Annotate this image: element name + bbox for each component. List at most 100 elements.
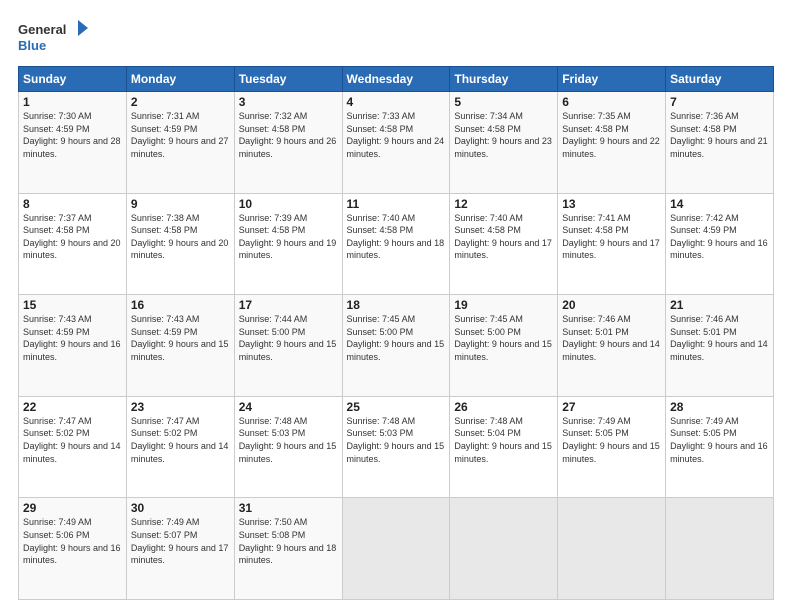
calendar-day-cell: 8 Sunrise: 7:37 AM Sunset: 4:58 PM Dayli…	[19, 193, 127, 295]
calendar-header: SundayMondayTuesdayWednesdayThursdayFrid…	[19, 67, 774, 92]
day-number: 14	[670, 197, 769, 211]
day-number: 19	[454, 298, 553, 312]
sunrise-label: Sunrise: 7:30 AM	[23, 111, 92, 121]
calendar-day-cell: 30 Sunrise: 7:49 AM Sunset: 5:07 PM Dayl…	[126, 498, 234, 600]
day-info: Sunrise: 7:36 AM Sunset: 4:58 PM Dayligh…	[670, 110, 769, 160]
sunrise-label: Sunrise: 7:49 AM	[562, 416, 631, 426]
sunset-label: Sunset: 5:07 PM	[131, 530, 198, 540]
daylight-label: Daylight: 9 hours and 15 minutes.	[239, 441, 337, 464]
calendar-day-cell: 19 Sunrise: 7:45 AM Sunset: 5:00 PM Dayl…	[450, 295, 558, 397]
day-info: Sunrise: 7:46 AM Sunset: 5:01 PM Dayligh…	[562, 313, 661, 363]
day-info: Sunrise: 7:39 AM Sunset: 4:58 PM Dayligh…	[239, 212, 338, 262]
day-info: Sunrise: 7:45 AM Sunset: 5:00 PM Dayligh…	[454, 313, 553, 363]
page: General Blue SundayMondayTuesdayWednesda…	[0, 0, 792, 612]
day-info: Sunrise: 7:41 AM Sunset: 4:58 PM Dayligh…	[562, 212, 661, 262]
day-info: Sunrise: 7:43 AM Sunset: 4:59 PM Dayligh…	[131, 313, 230, 363]
day-header-monday: Monday	[126, 67, 234, 92]
daylight-label: Daylight: 9 hours and 23 minutes.	[454, 136, 552, 159]
calendar-week-row: 22 Sunrise: 7:47 AM Sunset: 5:02 PM Dayl…	[19, 396, 774, 498]
daylight-label: Daylight: 9 hours and 24 minutes.	[347, 136, 445, 159]
daylight-label: Daylight: 9 hours and 16 minutes.	[23, 543, 121, 566]
calendar-table: SundayMondayTuesdayWednesdayThursdayFrid…	[18, 66, 774, 600]
calendar-day-cell	[450, 498, 558, 600]
day-number: 17	[239, 298, 338, 312]
calendar-day-cell: 24 Sunrise: 7:48 AM Sunset: 5:03 PM Dayl…	[234, 396, 342, 498]
day-number: 23	[131, 400, 230, 414]
sunset-label: Sunset: 4:59 PM	[670, 225, 737, 235]
sunrise-label: Sunrise: 7:45 AM	[454, 314, 523, 324]
calendar-day-cell: 21 Sunrise: 7:46 AM Sunset: 5:01 PM Dayl…	[666, 295, 774, 397]
sunrise-label: Sunrise: 7:47 AM	[23, 416, 92, 426]
sunset-label: Sunset: 5:06 PM	[23, 530, 90, 540]
calendar-day-cell: 15 Sunrise: 7:43 AM Sunset: 4:59 PM Dayl…	[19, 295, 127, 397]
day-info: Sunrise: 7:47 AM Sunset: 5:02 PM Dayligh…	[23, 415, 122, 465]
daylight-label: Daylight: 9 hours and 20 minutes.	[23, 238, 121, 261]
day-number: 12	[454, 197, 553, 211]
calendar-day-cell: 13 Sunrise: 7:41 AM Sunset: 4:58 PM Dayl…	[558, 193, 666, 295]
day-number: 27	[562, 400, 661, 414]
daylight-label: Daylight: 9 hours and 14 minutes.	[670, 339, 768, 362]
day-number: 9	[131, 197, 230, 211]
day-info: Sunrise: 7:40 AM Sunset: 4:58 PM Dayligh…	[347, 212, 446, 262]
calendar-day-cell: 10 Sunrise: 7:39 AM Sunset: 4:58 PM Dayl…	[234, 193, 342, 295]
calendar-day-cell	[558, 498, 666, 600]
day-info: Sunrise: 7:49 AM Sunset: 5:05 PM Dayligh…	[670, 415, 769, 465]
daylight-label: Daylight: 9 hours and 16 minutes.	[23, 339, 121, 362]
sunrise-label: Sunrise: 7:46 AM	[562, 314, 631, 324]
calendar-day-cell: 25 Sunrise: 7:48 AM Sunset: 5:03 PM Dayl…	[342, 396, 450, 498]
day-header-thursday: Thursday	[450, 67, 558, 92]
day-number: 21	[670, 298, 769, 312]
daylight-label: Daylight: 9 hours and 15 minutes.	[562, 441, 660, 464]
sunset-label: Sunset: 4:58 PM	[347, 225, 414, 235]
calendar-day-cell: 14 Sunrise: 7:42 AM Sunset: 4:59 PM Dayl…	[666, 193, 774, 295]
sunrise-label: Sunrise: 7:40 AM	[347, 213, 416, 223]
calendar-day-cell: 17 Sunrise: 7:44 AM Sunset: 5:00 PM Dayl…	[234, 295, 342, 397]
calendar-day-cell: 28 Sunrise: 7:49 AM Sunset: 5:05 PM Dayl…	[666, 396, 774, 498]
sunrise-label: Sunrise: 7:49 AM	[670, 416, 739, 426]
sunrise-label: Sunrise: 7:39 AM	[239, 213, 308, 223]
sunrise-label: Sunrise: 7:40 AM	[454, 213, 523, 223]
day-info: Sunrise: 7:46 AM Sunset: 5:01 PM Dayligh…	[670, 313, 769, 363]
daylight-label: Daylight: 9 hours and 14 minutes.	[131, 441, 229, 464]
daylight-label: Daylight: 9 hours and 14 minutes.	[562, 339, 660, 362]
calendar-week-row: 1 Sunrise: 7:30 AM Sunset: 4:59 PM Dayli…	[19, 92, 774, 194]
sunset-label: Sunset: 4:58 PM	[454, 124, 521, 134]
sunset-label: Sunset: 5:04 PM	[454, 428, 521, 438]
sunset-label: Sunset: 4:58 PM	[670, 124, 737, 134]
calendar-day-cell: 18 Sunrise: 7:45 AM Sunset: 5:00 PM Dayl…	[342, 295, 450, 397]
sunset-label: Sunset: 4:58 PM	[239, 225, 306, 235]
calendar-week-row: 15 Sunrise: 7:43 AM Sunset: 4:59 PM Dayl…	[19, 295, 774, 397]
day-info: Sunrise: 7:49 AM Sunset: 5:07 PM Dayligh…	[131, 516, 230, 566]
daylight-label: Daylight: 9 hours and 17 minutes.	[562, 238, 660, 261]
daylight-label: Daylight: 9 hours and 15 minutes.	[454, 339, 552, 362]
day-number: 24	[239, 400, 338, 414]
day-number: 18	[347, 298, 446, 312]
calendar-body: 1 Sunrise: 7:30 AM Sunset: 4:59 PM Dayli…	[19, 92, 774, 600]
sunset-label: Sunset: 5:01 PM	[562, 327, 629, 337]
calendar-day-cell: 1 Sunrise: 7:30 AM Sunset: 4:59 PM Dayli…	[19, 92, 127, 194]
day-info: Sunrise: 7:37 AM Sunset: 4:58 PM Dayligh…	[23, 212, 122, 262]
day-info: Sunrise: 7:48 AM Sunset: 5:04 PM Dayligh…	[454, 415, 553, 465]
day-number: 20	[562, 298, 661, 312]
day-info: Sunrise: 7:48 AM Sunset: 5:03 PM Dayligh…	[347, 415, 446, 465]
sunrise-label: Sunrise: 7:43 AM	[23, 314, 92, 324]
day-number: 7	[670, 95, 769, 109]
daylight-label: Daylight: 9 hours and 16 minutes.	[670, 441, 768, 464]
day-info: Sunrise: 7:45 AM Sunset: 5:00 PM Dayligh…	[347, 313, 446, 363]
calendar-week-row: 29 Sunrise: 7:49 AM Sunset: 5:06 PM Dayl…	[19, 498, 774, 600]
daylight-label: Daylight: 9 hours and 27 minutes.	[131, 136, 229, 159]
day-info: Sunrise: 7:50 AM Sunset: 5:08 PM Dayligh…	[239, 516, 338, 566]
day-info: Sunrise: 7:43 AM Sunset: 4:59 PM Dayligh…	[23, 313, 122, 363]
sunrise-label: Sunrise: 7:50 AM	[239, 517, 308, 527]
day-number: 25	[347, 400, 446, 414]
daylight-label: Daylight: 9 hours and 17 minutes.	[131, 543, 229, 566]
sunset-label: Sunset: 4:58 PM	[562, 124, 629, 134]
day-number: 10	[239, 197, 338, 211]
day-info: Sunrise: 7:38 AM Sunset: 4:58 PM Dayligh…	[131, 212, 230, 262]
day-number: 31	[239, 501, 338, 515]
daylight-label: Daylight: 9 hours and 15 minutes.	[347, 441, 445, 464]
calendar-day-cell: 12 Sunrise: 7:40 AM Sunset: 4:58 PM Dayl…	[450, 193, 558, 295]
calendar-header-row: SundayMondayTuesdayWednesdayThursdayFrid…	[19, 67, 774, 92]
sunrise-label: Sunrise: 7:34 AM	[454, 111, 523, 121]
sunset-label: Sunset: 4:58 PM	[347, 124, 414, 134]
